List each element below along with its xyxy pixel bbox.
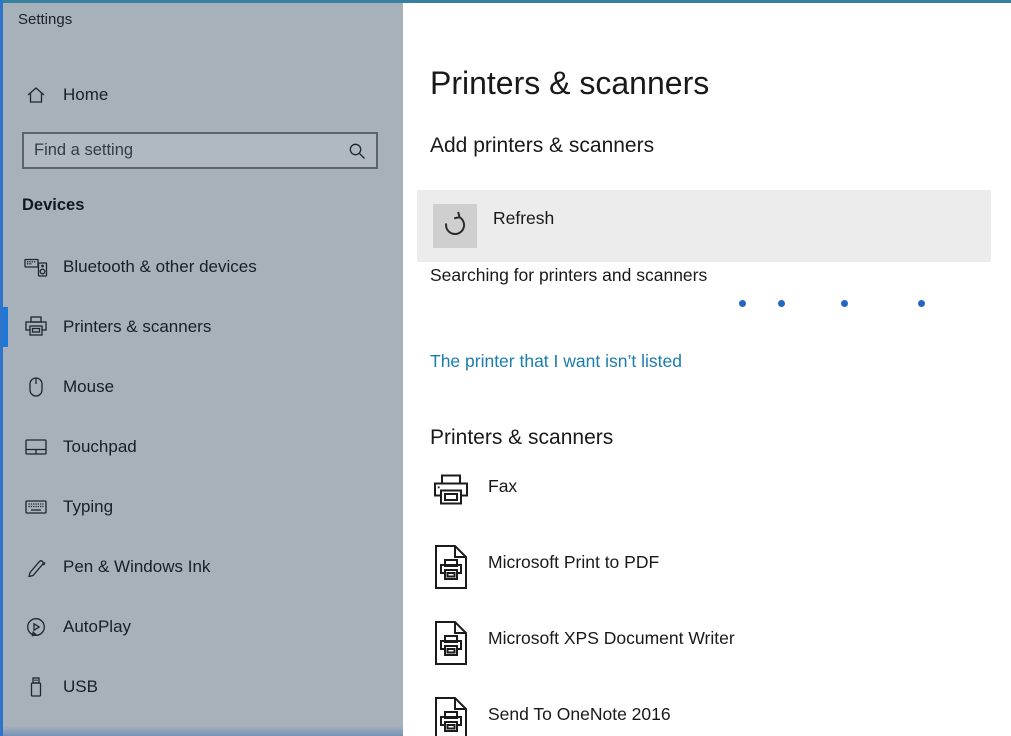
- search-icon[interactable]: [348, 142, 366, 160]
- window-title: Settings: [18, 11, 72, 28]
- sidebar-bottom-tint: [3, 726, 403, 736]
- printer-name: Microsoft Print to PDF: [488, 552, 659, 573]
- sidebar: Settings Home Devices: [3, 3, 403, 736]
- sidebar-item-touchpad[interactable]: Touchpad: [3, 417, 403, 477]
- add-printers-heading: Add printers & scanners: [430, 134, 654, 158]
- refresh-icon-tile[interactable]: [433, 204, 477, 248]
- sidebar-item-bluetooth[interactable]: Bluetooth & other devices: [3, 237, 403, 297]
- sidebar-item-label: USB: [63, 677, 98, 697]
- sidebar-item-label: Touchpad: [63, 437, 137, 457]
- sidebar-item-typing[interactable]: Typing: [3, 477, 403, 537]
- sidebar-item-label: Pen & Windows Ink: [63, 557, 210, 577]
- print-to-file-icon: [430, 696, 472, 736]
- sidebar-item-pen[interactable]: Pen & Windows Ink: [3, 537, 403, 597]
- window-accent-border-top: [0, 0, 1011, 3]
- sidebar-item-mouse[interactable]: Mouse: [3, 357, 403, 417]
- printer-row-print-to-pdf[interactable]: Microsoft Print to PDF: [430, 544, 990, 616]
- sidebar-item-label: Home: [63, 85, 108, 105]
- printer-name: Send To OneNote 2016: [488, 704, 671, 725]
- printer-row-xps-writer[interactable]: Microsoft XPS Document Writer: [430, 620, 990, 692]
- progress-dots: [403, 300, 1011, 308]
- progress-dot: [918, 300, 925, 307]
- pen-icon: [24, 557, 48, 577]
- sidebar-item-label: Printers & scanners: [63, 317, 211, 337]
- printer-icon: [24, 316, 48, 338]
- printer-not-listed-link[interactable]: The printer that I want isn’t listed: [430, 351, 682, 372]
- sidebar-item-label: Typing: [63, 497, 113, 517]
- print-to-file-icon: [430, 620, 472, 666]
- sidebar-section-heading: Devices: [22, 196, 84, 215]
- sidebar-item-home[interactable]: Home: [3, 75, 403, 115]
- usb-icon: [24, 677, 48, 697]
- home-icon: [24, 86, 48, 104]
- search-status-text: Searching for printers and scanners: [430, 265, 707, 286]
- print-to-file-icon: [430, 544, 472, 590]
- printer-row-fax[interactable]: Fax: [430, 468, 990, 540]
- printer-name: Fax: [488, 476, 517, 497]
- refresh-label: Refresh: [493, 208, 554, 229]
- printer-name: Microsoft XPS Document Writer: [488, 628, 735, 649]
- page-title: Printers & scanners: [430, 65, 709, 102]
- search-box[interactable]: [22, 132, 378, 169]
- sidebar-nav: Bluetooth & other devices Printers & sca…: [3, 237, 403, 717]
- sidebar-item-autoplay[interactable]: AutoPlay: [3, 597, 403, 657]
- refresh-icon: [441, 210, 469, 243]
- window-accent-border-left: [0, 0, 3, 736]
- touchpad-icon: [24, 439, 48, 455]
- progress-dot: [841, 300, 848, 307]
- printer-icon: [430, 468, 472, 510]
- printers-list-heading: Printers & scanners: [430, 426, 613, 450]
- refresh-button[interactable]: Refresh: [417, 190, 991, 262]
- search-input[interactable]: [24, 141, 348, 160]
- bluetooth-devices-icon: [24, 257, 48, 277]
- progress-dot: [739, 300, 746, 307]
- main-pane: Printers & scanners Add printers & scann…: [403, 3, 1011, 736]
- sidebar-item-usb[interactable]: USB: [3, 657, 403, 717]
- sidebar-item-label: Bluetooth & other devices: [63, 257, 257, 277]
- progress-dot: [778, 300, 785, 307]
- sidebar-item-label: AutoPlay: [63, 617, 131, 637]
- autoplay-icon: [24, 617, 48, 637]
- sidebar-item-label: Mouse: [63, 377, 114, 397]
- sidebar-item-printers[interactable]: Printers & scanners: [3, 297, 403, 357]
- keyboard-icon: [24, 500, 48, 514]
- settings-window: Settings Home Devices: [0, 0, 1011, 736]
- printer-row-onenote[interactable]: Send To OneNote 2016: [430, 696, 990, 736]
- mouse-icon: [24, 377, 48, 397]
